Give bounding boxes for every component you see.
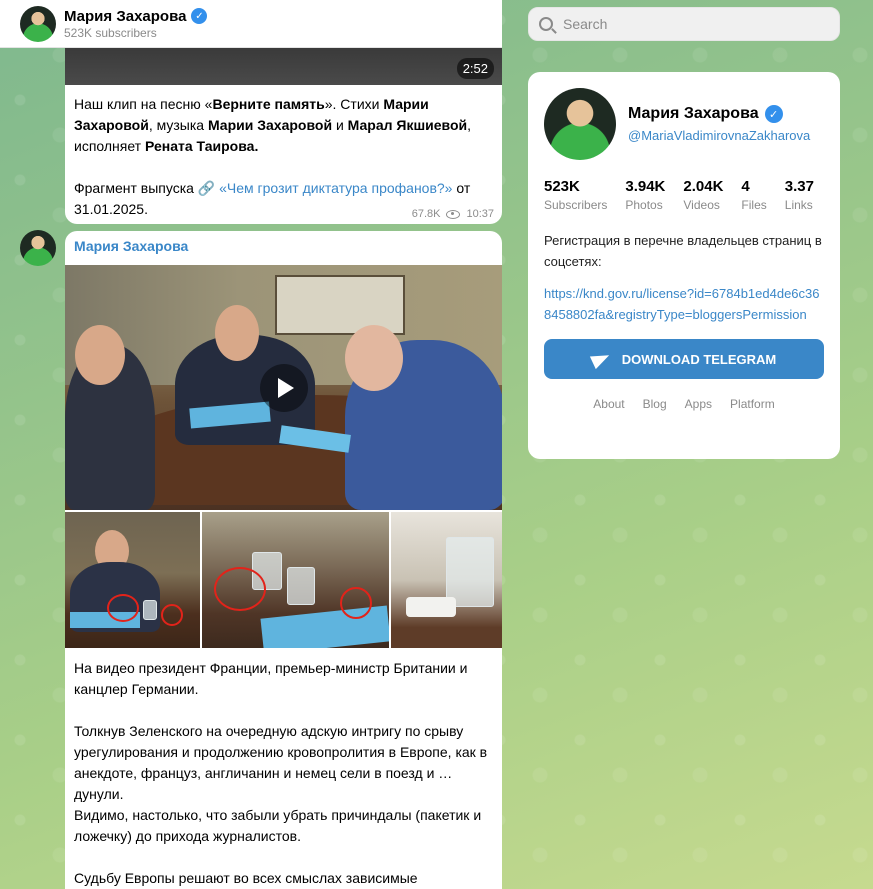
channel-avatar[interactable] <box>20 5 56 42</box>
channel-description: Регистрация в перечне владельцев страниц… <box>544 233 822 269</box>
video-duration: 2:52 <box>456 58 494 79</box>
card-channel-name: Мария Захарова <box>628 105 759 122</box>
verified-icon: ✓ <box>764 105 783 123</box>
footer-link-blog[interactable]: Blog <box>643 397 667 411</box>
message-post-1: 2:52 Наш клип на песню «Верните память».… <box>65 48 502 224</box>
media-gallery <box>65 512 502 648</box>
message-text-2: На видео президент Франции, премьер-мини… <box>74 660 488 886</box>
search-input[interactable] <box>563 16 823 32</box>
chat-header[interactable]: Мария Захарова ✓ 523K subscribers <box>0 0 502 48</box>
verified-icon: ✓ <box>191 8 208 24</box>
stat-videos[interactable]: 2.04K Videos <box>683 178 723 212</box>
footer-link-apps[interactable]: Apps <box>685 397 712 411</box>
stat-files[interactable]: 4 Files <box>741 178 766 212</box>
subscriber-count: 523K subscribers <box>64 25 157 40</box>
view-count: 67.8K <box>411 208 441 220</box>
post-author-name[interactable]: Мария Захарова <box>65 231 502 265</box>
message-text: Наш клип на песню «Верните память». Стих… <box>74 96 472 217</box>
gallery-photo-2[interactable] <box>202 512 389 648</box>
download-telegram-button[interactable]: DOWNLOAD TELEGRAM <box>544 339 824 379</box>
stat-photos[interactable]: 3.94K Photos <box>625 178 665 212</box>
video-preview[interactable] <box>65 265 502 510</box>
gallery-photo-1[interactable] <box>65 512 201 648</box>
message-post-2: Мария Захарова На видео президент Франци… <box>65 231 502 889</box>
card-channel-title: Мария Захарова ✓ <box>628 105 810 123</box>
footer-links: About Blog Apps Platform <box>528 379 840 411</box>
channel-handle[interactable]: @MariaVladimirovnaZakharova <box>628 128 810 143</box>
license-link[interactable]: https://knd.gov.ru/license?id=6784b1ed4d… <box>528 272 840 325</box>
telegram-plane-icon <box>589 348 612 370</box>
episode-link[interactable]: «Чем грозит диктатура профанов?» <box>219 180 452 196</box>
channel-stats: 523K Subscribers 3.94K Photos 2.04K Vide… <box>528 160 840 212</box>
gallery-photo-3[interactable] <box>390 512 502 648</box>
channel-info[interactable]: Мария Захарова ✓ 523K subscribers <box>64 7 208 40</box>
footer-link-platform[interactable]: Platform <box>730 397 775 411</box>
channel-avatar-large[interactable] <box>544 88 616 160</box>
channel-name: Мария Захарова <box>64 7 187 25</box>
message-meta: 67.8K 10:37 <box>412 208 494 220</box>
stat-links[interactable]: 3.37 Links <box>785 178 814 212</box>
message-time: 10:37 <box>466 208 494 220</box>
stat-subscribers[interactable]: 523K Subscribers <box>544 178 607 212</box>
eye-icon <box>446 209 461 219</box>
footer-link-about[interactable]: About <box>593 397 624 411</box>
post-author-avatar[interactable] <box>20 230 56 266</box>
channel-title: Мария Захарова ✓ <box>64 7 208 25</box>
search-icon <box>539 17 553 31</box>
search-bar[interactable] <box>528 7 840 41</box>
download-label: DOWNLOAD TELEGRAM <box>621 351 777 367</box>
video-player[interactable]: 2:52 <box>65 48 502 85</box>
play-icon[interactable] <box>259 363 308 412</box>
channel-info-card: Мария Захарова ✓ @MariaVladimirovnaZakha… <box>528 72 840 459</box>
